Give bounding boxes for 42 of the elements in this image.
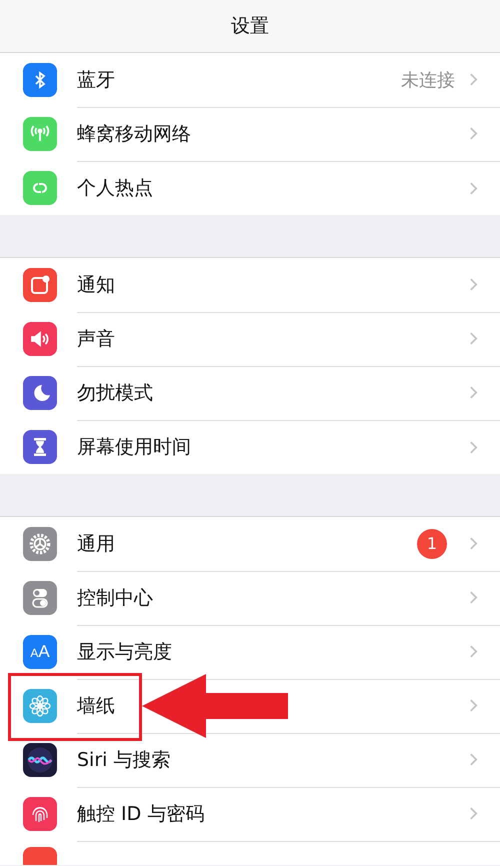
flower-icon bbox=[23, 689, 57, 723]
text-size-icon: AA bbox=[23, 635, 57, 669]
toggles-icon bbox=[23, 581, 57, 615]
notification-badge: 1 bbox=[417, 528, 447, 558]
row-label[interactable]: 勿扰模式 bbox=[77, 380, 469, 406]
chevron-icon bbox=[469, 385, 478, 400]
sound-icon bbox=[23, 322, 57, 356]
row-label[interactable]: 触控 ID 与密码 bbox=[77, 800, 469, 826]
cellular-icon bbox=[23, 117, 57, 151]
chevron-icon bbox=[469, 698, 478, 713]
chevron-icon bbox=[469, 331, 478, 346]
chevron-icon bbox=[469, 277, 478, 292]
row-label[interactable]: 蓝牙 bbox=[77, 66, 401, 92]
row-label[interactable]: 通知 bbox=[77, 272, 469, 298]
row-label[interactable]: 屏幕使用时间 bbox=[77, 434, 469, 460]
row-label[interactable]: 显示与亮度 bbox=[77, 638, 469, 664]
siri-icon bbox=[23, 743, 57, 777]
bluetooth-icon bbox=[23, 63, 57, 97]
moon-icon bbox=[23, 376, 57, 410]
hotspot-icon bbox=[23, 171, 57, 205]
chevron-icon bbox=[469, 806, 478, 821]
status-value: 未连接 bbox=[401, 68, 455, 92]
page-title: 设置 bbox=[231, 14, 269, 39]
row-label[interactable]: 墙纸 bbox=[77, 692, 469, 718]
chevron-icon bbox=[469, 536, 478, 551]
chevron-icon bbox=[469, 752, 478, 767]
notifications-icon bbox=[23, 268, 57, 302]
row-label[interactable]: 通用 bbox=[77, 530, 417, 556]
chevron-icon bbox=[469, 72, 478, 87]
chevron-icon bbox=[469, 590, 478, 605]
row-label[interactable]: 控制中心 bbox=[77, 584, 469, 610]
chevron-icon bbox=[469, 180, 478, 196]
chevron-icon bbox=[469, 126, 478, 141]
row-label[interactable]: 声音 bbox=[77, 326, 469, 352]
fingerprint-icon bbox=[23, 797, 57, 831]
row-label[interactable]: Siri 与搜索 bbox=[77, 746, 469, 772]
chevron-icon bbox=[469, 644, 478, 659]
gear-icon bbox=[23, 527, 57, 561]
hourglass-icon bbox=[23, 430, 57, 464]
row-label[interactable]: 蜂窝移动网络 bbox=[77, 120, 469, 146]
chevron-icon bbox=[469, 440, 478, 454]
row-label[interactable]: 个人热点 bbox=[77, 175, 469, 201]
